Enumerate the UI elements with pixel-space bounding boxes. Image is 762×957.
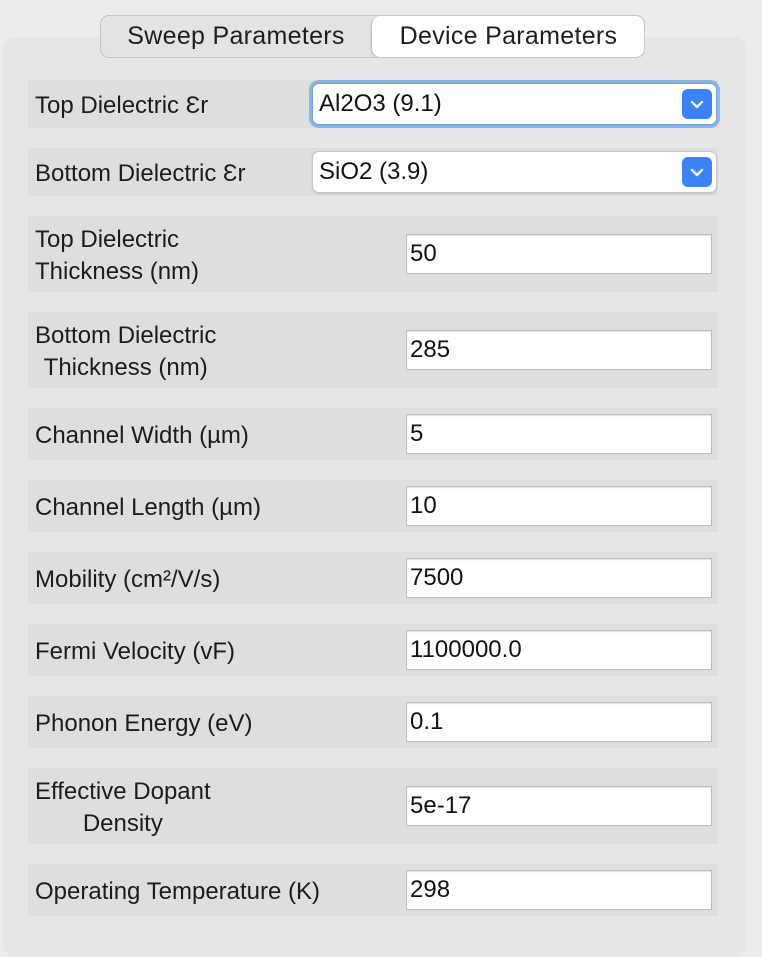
channel-width-label: Channel Width (µm): [35, 422, 249, 449]
dopant-density-label: Effective Dopant Density: [35, 778, 211, 837]
row-bottom-dielectric: Bottom Dielectric Ɛr SiO2 (3.9): [28, 148, 718, 196]
channel-width-input[interactable]: [406, 414, 712, 454]
operating-temperature-input[interactable]: [406, 870, 712, 910]
fermi-velocity-input[interactable]: [406, 630, 712, 670]
row-top-thickness: Top Dielectric Thickness (nm): [28, 216, 718, 292]
channel-length-label: Channel Length (µm): [35, 494, 261, 521]
chevron-down-icon: [682, 89, 712, 119]
phonon-energy-label: Phonon Energy (eV): [35, 710, 253, 737]
tab-bar: Sweep Parameters Device Parameters: [100, 15, 645, 58]
mobility-input[interactable]: [406, 558, 712, 598]
row-channel-length: Channel Length (µm): [28, 480, 718, 532]
top-dielectric-label: Top Dielectric Ɛr: [35, 92, 209, 119]
bottom-dielectric-value: SiO2 (3.9): [319, 158, 429, 185]
row-bottom-thickness: Bottom Dielectric Thickness (nm): [28, 312, 718, 388]
bottom-dielectric-label: Bottom Dielectric Ɛr: [35, 160, 246, 187]
chevron-down-icon: [682, 157, 712, 187]
row-operating-temperature: Operating Temperature (K): [28, 864, 718, 916]
dopant-density-input[interactable]: [406, 786, 712, 826]
fermi-velocity-label: Fermi Velocity (vF): [35, 638, 236, 665]
top-dielectric-select[interactable]: Al2O3 (9.1): [312, 83, 717, 125]
tab-device-parameters[interactable]: Device Parameters: [371, 16, 644, 57]
operating-temperature-label: Operating Temperature (K): [35, 878, 321, 905]
row-channel-width: Channel Width (µm): [28, 408, 718, 460]
row-top-dielectric: Top Dielectric Ɛr Al2O3 (9.1): [28, 80, 718, 128]
row-dopant-density: Effective Dopant Density: [28, 768, 718, 844]
row-mobility: Mobility (cm²/V/s): [28, 552, 718, 604]
mobility-label: Mobility (cm²/V/s): [35, 566, 221, 593]
bottom-thickness-input[interactable]: [406, 330, 712, 370]
row-phonon-energy: Phonon Energy (eV): [28, 696, 718, 748]
bottom-thickness-label: Bottom Dielectric Thickness (nm): [35, 322, 217, 381]
top-thickness-input[interactable]: [406, 234, 712, 274]
top-dielectric-value: Al2O3 (9.1): [319, 90, 442, 117]
phonon-energy-input[interactable]: [406, 702, 712, 742]
tab-sweep-parameters[interactable]: Sweep Parameters: [101, 16, 371, 57]
channel-length-input[interactable]: [406, 486, 712, 526]
top-thickness-label: Top Dielectric Thickness (nm): [35, 226, 200, 285]
row-fermi-velocity: Fermi Velocity (vF): [28, 624, 718, 676]
bottom-dielectric-select[interactable]: SiO2 (3.9): [312, 151, 717, 193]
